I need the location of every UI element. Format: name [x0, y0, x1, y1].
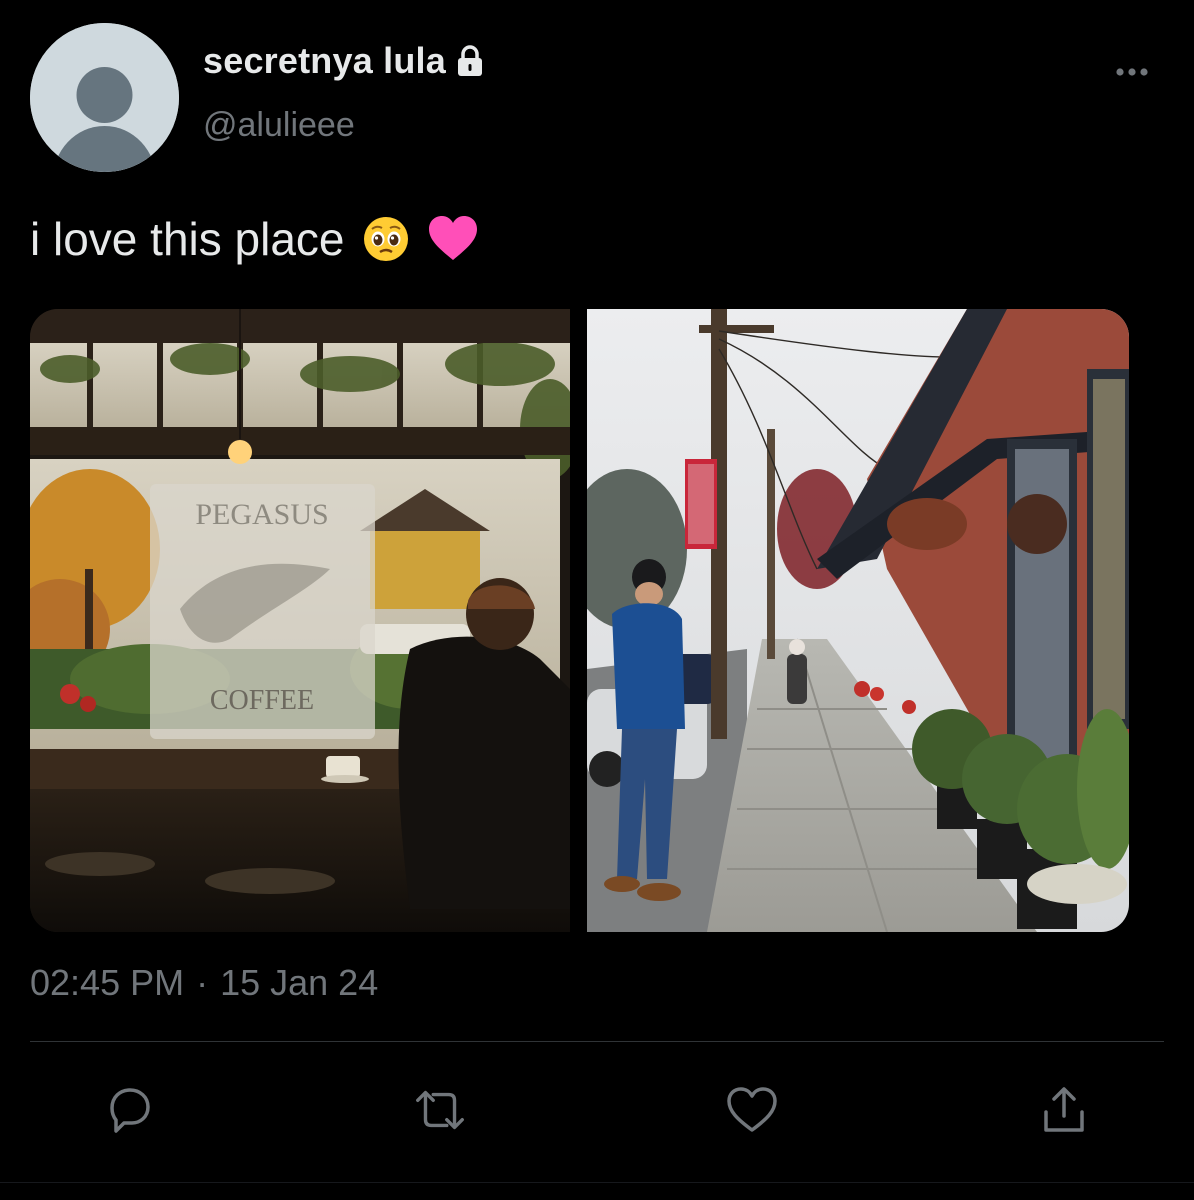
author-name-row[interactable]: secretnya lula [203, 40, 486, 82]
avatar[interactable] [30, 23, 179, 172]
pink-heart-emoji [428, 216, 477, 260]
action-bar [0, 1080, 1194, 1150]
display-name[interactable]: secretnya lula [203, 40, 446, 82]
tweet-timestamp[interactable]: 02:45 PM · 15 Jan 24 [30, 962, 378, 1004]
rainy-street-image [587, 309, 1129, 932]
reply-button[interactable] [100, 1080, 160, 1140]
coffee-shop-window-image: PEGASUS COFFEE [30, 309, 570, 932]
tweet-time: 02:45 PM [30, 962, 185, 1003]
lock-icon [457, 45, 482, 76]
retweet-icon [416, 1090, 464, 1130]
share-button[interactable] [1034, 1080, 1094, 1140]
default-avatar-icon [30, 23, 179, 172]
share-icon [1044, 1087, 1084, 1132]
media-grid: PEGASUS COFFEE [30, 309, 1129, 932]
tweet-text-content: i love this place [30, 213, 345, 265]
more-icon[interactable] [1112, 60, 1152, 84]
coffee-shop-window-photo[interactable]: PEGASUS COFFEE [30, 309, 570, 932]
like-button[interactable] [722, 1080, 782, 1140]
tweet-text: i love this place [30, 212, 479, 266]
like-icon [727, 1087, 777, 1132]
tweet: secretnya lula @alulieee i love this pla… [0, 0, 1194, 1200]
pegasus-sign-text: PEGASUS [195, 498, 328, 531]
author-handle[interactable]: @alulieee [203, 106, 355, 145]
timestamp-separator: · [196, 962, 209, 1003]
action-divider [30, 1041, 1164, 1042]
tweet-date: 15 Jan 24 [220, 962, 379, 1003]
reply-icon [110, 1088, 150, 1133]
rainy-street-sidewalk-photo[interactable] [587, 309, 1129, 932]
bottom-divider [0, 1182, 1194, 1183]
retweet-button[interactable] [410, 1080, 470, 1140]
pleading-face-emoji [363, 217, 408, 261]
coffee-sign-text: COFFEE [210, 685, 314, 716]
